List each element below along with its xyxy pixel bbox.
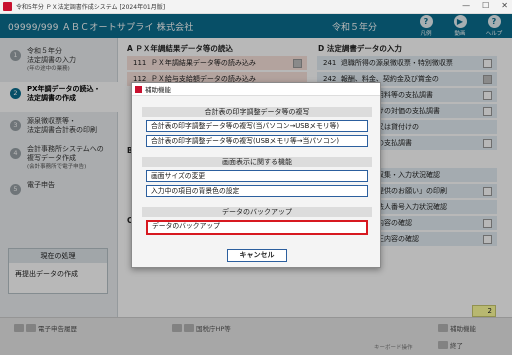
data-backup-button[interactable]: データのバックアップ — [146, 220, 368, 235]
app-icon — [3, 2, 12, 11]
group-heading: 画面表示に関する機能 — [142, 157, 372, 167]
group-heading: データのバックアップ — [142, 207, 372, 217]
cancel-button[interactable]: キャンセル — [227, 249, 287, 262]
close-button[interactable]: ✕ — [501, 1, 508, 10]
input-bg-color-button[interactable]: 入力中の項目の背景色の設定 — [146, 185, 368, 197]
maximize-button[interactable]: ☐ — [482, 1, 489, 10]
dialog-titlebar: 補助機能 — [132, 83, 380, 96]
window-titlebar: 令和5年分 ＰＸ法定調書作成システム [2024年01月版] — ☐ ✕ — [0, 0, 512, 14]
window-title: 令和5年分 ＰＸ法定調書作成システム [2024年01月版] — [16, 4, 166, 11]
copy-to-usb-button[interactable]: 合計表の印字調整データ等の複写(当パソコン→USBメモリ等) — [146, 120, 368, 132]
minimize-button[interactable]: — — [462, 1, 470, 10]
auxiliary-functions-dialog: 補助機能 合計表の印字調整データ等の複写 合計表の印字調整データ等の複写(当パソ… — [131, 82, 381, 268]
dialog-title: 補助機能 — [145, 86, 171, 94]
copy-from-usb-button[interactable]: 合計表の印字調整データ等の複写(USBメモリ等→当パソコン) — [146, 135, 368, 147]
dialog-app-icon — [135, 85, 142, 93]
group-heading: 合計表の印字調整データ等の複写 — [142, 107, 372, 117]
screen-size-button[interactable]: 画面サイズの変更 — [146, 170, 368, 182]
